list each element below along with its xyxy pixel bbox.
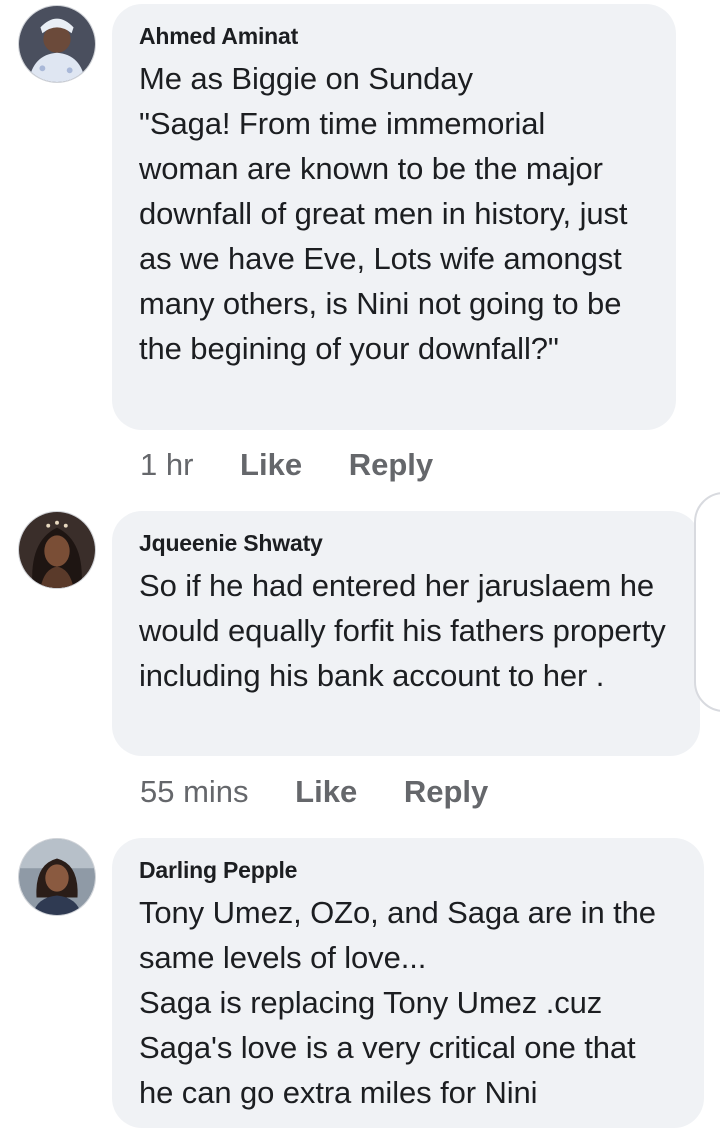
comment-timestamp[interactable]: 1 hr (140, 445, 193, 485)
comment-bubble: Ahmed Aminat Me as Biggie on Sunday "Sag… (112, 4, 676, 430)
comment-actions: 1 hr Like Reply (140, 445, 433, 485)
comment-actions: 55 mins Like Reply (140, 772, 488, 812)
comment-text: Me as Biggie on Sunday "Saga! From time … (139, 61, 628, 366)
like-button[interactable]: Like (295, 772, 357, 812)
reply-button[interactable]: Reply (404, 772, 488, 812)
comment-text: Tony Umez, OZo, and Saga are in the same… (139, 895, 656, 1110)
profile-photo (19, 6, 95, 82)
side-panel-edge[interactable] (694, 492, 720, 712)
comment-text: So if he had entered her jaruslaem he wo… (139, 568, 666, 693)
comment-bubble: Jqueenie Shwaty So if he had entered her… (112, 511, 700, 756)
avatar[interactable] (18, 511, 96, 589)
like-button[interactable]: Like (240, 445, 302, 485)
comment-author[interactable]: Ahmed Aminat (139, 22, 650, 50)
avatar[interactable] (18, 838, 96, 916)
avatar[interactable] (18, 5, 96, 83)
profile-photo (19, 839, 95, 915)
comment-bubble: Darling Pepple Tony Umez, OZo, and Saga … (112, 838, 704, 1128)
profile-photo (19, 512, 95, 588)
comment-author[interactable]: Darling Pepple (139, 856, 678, 884)
reply-button[interactable]: Reply (349, 445, 433, 485)
comment-timestamp[interactable]: 55 mins (140, 772, 249, 812)
comment-author[interactable]: Jqueenie Shwaty (139, 529, 674, 557)
